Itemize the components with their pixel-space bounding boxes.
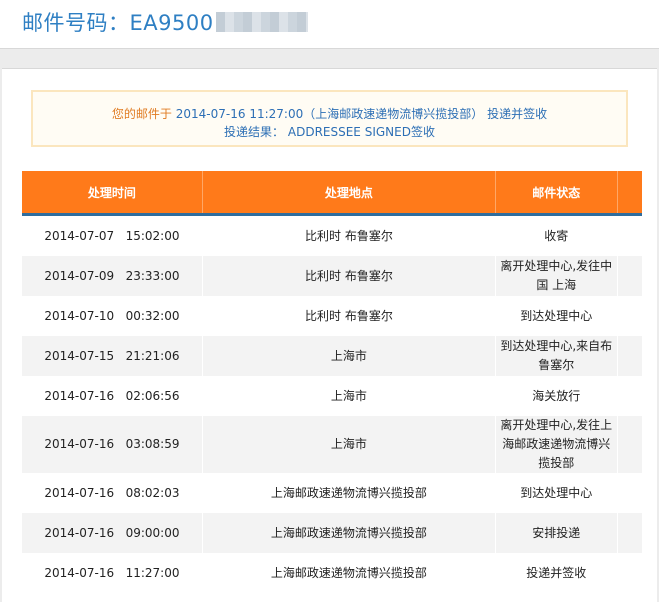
table-header-row: 处理时间 处理地点 邮件状态 bbox=[22, 171, 642, 216]
redacted-mosaic bbox=[215, 12, 308, 32]
row-spacer bbox=[617, 336, 642, 376]
header-time: 处理时间 bbox=[22, 171, 203, 216]
table-row: 2014-07-16 08:02:03 上海邮政速递物流博兴揽投部 到达处理中心 bbox=[22, 473, 642, 513]
place-cell: 比利时 布鲁塞尔 bbox=[202, 214, 496, 256]
table-body: 2014-07-07 15:02:00 比利时 布鲁塞尔 收寄 2014-07-09 … bbox=[22, 214, 642, 593]
status-cell: 到达处理中心 bbox=[495, 473, 618, 513]
status-cell: 离开处理中心,发往上海邮政速递物流博兴揽投部 bbox=[495, 416, 618, 473]
time-cell: 2014-07-16 09:00:00 bbox=[22, 513, 203, 553]
row-spacer bbox=[617, 376, 642, 416]
table-row: 2014-07-07 15:02:00 比利时 布鲁塞尔 收寄 bbox=[22, 214, 642, 256]
status-cell: 收寄 bbox=[495, 214, 618, 256]
notice-datetime: 2014-07-16 11:27:00 bbox=[175, 107, 304, 121]
row-spacer bbox=[617, 513, 642, 553]
place-cell: 比利时 布鲁塞尔 bbox=[202, 296, 496, 336]
time-cell: 2014-07-16 03:08:59 bbox=[22, 416, 203, 473]
status-cell: 海关放行 bbox=[495, 376, 618, 416]
status-cell: 投递并签收 bbox=[495, 553, 618, 593]
row-spacer bbox=[617, 553, 642, 593]
header-status: 邮件状态 bbox=[495, 171, 618, 216]
time-cell: 2014-07-16 08:02:03 bbox=[22, 473, 203, 513]
table-row: 2014-07-16 02:06:56 上海市 海关放行 bbox=[22, 376, 642, 416]
table-row: 2014-07-10 00:32:00 比利时 布鲁塞尔 到达处理中心 bbox=[22, 296, 642, 336]
time-cell: 2014-07-10 00:32:00 bbox=[22, 296, 203, 336]
result-label: 投递结果： bbox=[224, 125, 285, 139]
table-row: 2014-07-16 03:08:59 上海市 离开处理中心,发往上海邮政速递物流博… bbox=[22, 416, 642, 473]
notice-action: 投递并签收 bbox=[487, 107, 548, 121]
tracking-number-title: 邮件号码：EA9500 bbox=[22, 7, 308, 37]
notice-line-2: 投递结果： ADDRESSEE SIGNED签收 bbox=[33, 123, 626, 141]
table-row: 2014-07-15 21:21:06 上海市 到达处理中心,来自布鲁塞尔 bbox=[22, 336, 642, 376]
place-cell: 上海邮政速递物流博兴揽投部 bbox=[202, 473, 496, 513]
result-value: ADDRESSEE SIGNED签收 bbox=[287, 125, 435, 139]
time-cell: 2014-07-16 02:06:56 bbox=[22, 376, 203, 416]
row-spacer bbox=[617, 256, 642, 296]
place-cell: 上海市 bbox=[202, 336, 496, 376]
row-spacer bbox=[617, 473, 642, 513]
notice-line-1: 您的邮件于 2014-07-16 11:27:00（上海邮政速递物流博兴揽投部）… bbox=[33, 105, 626, 123]
header-spacer bbox=[617, 171, 642, 216]
page-header: 邮件号码：EA9500 bbox=[0, 0, 659, 49]
notice-prefix: 您的邮件于 bbox=[111, 107, 172, 121]
delivery-notice: 您的邮件于 2014-07-16 11:27:00（上海邮政速递物流博兴揽投部）… bbox=[31, 90, 628, 147]
time-cell: 2014-07-16 11:27:00 bbox=[22, 553, 203, 593]
time-cell: 2014-07-15 21:21:06 bbox=[22, 336, 203, 376]
time-cell: 2014-07-09 23:33:00 bbox=[22, 256, 203, 296]
table-row: 2014-07-09 23:33:00 比利时 布鲁塞尔 离开处理中心,发往中国 上… bbox=[22, 256, 642, 296]
status-cell: 安排投递 bbox=[495, 513, 618, 553]
status-cell: 到达处理中心,来自布鲁塞尔 bbox=[495, 336, 618, 376]
place-cell: 上海市 bbox=[202, 416, 496, 473]
place-cell: 上海市 bbox=[202, 376, 496, 416]
place-cell: 上海邮政速递物流博兴揽投部 bbox=[202, 513, 496, 553]
tracking-number-text: 邮件号码：EA9500 bbox=[22, 11, 214, 35]
notice-location: （上海邮政速递物流博兴揽投部） bbox=[303, 107, 484, 121]
tracking-table: 处理时间 处理地点 邮件状态 2014-07-07 15:02:00 比利时 布鲁… bbox=[22, 171, 642, 593]
header-place: 处理地点 bbox=[202, 171, 496, 216]
row-spacer bbox=[617, 296, 642, 336]
table-row: 2014-07-16 11:27:00 上海邮政速递物流博兴揽投部 投递并签收 bbox=[22, 553, 642, 593]
row-spacer bbox=[617, 416, 642, 473]
status-cell: 到达处理中心 bbox=[495, 296, 618, 336]
place-cell: 上海邮政速递物流博兴揽投部 bbox=[202, 553, 496, 593]
status-cell: 离开处理中心,发往中国 上海 bbox=[495, 256, 618, 296]
row-spacer bbox=[617, 214, 642, 256]
place-cell: 比利时 布鲁塞尔 bbox=[202, 256, 496, 296]
table-row: 2014-07-16 09:00:00 上海邮政速递物流博兴揽投部 安排投递 bbox=[22, 513, 642, 553]
time-cell: 2014-07-07 15:02:00 bbox=[22, 214, 203, 256]
